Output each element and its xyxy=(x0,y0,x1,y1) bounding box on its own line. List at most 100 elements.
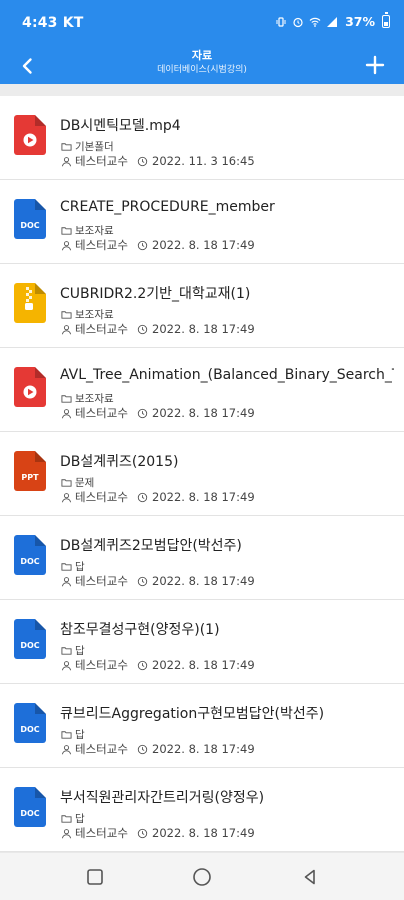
folder-line: 보조자료 xyxy=(61,307,114,322)
upload-date: 2022. 8. 18 17:49 xyxy=(152,742,255,756)
ppt-file-icon: PPT xyxy=(14,451,46,491)
file-list-item[interactable]: DOC 큐브리드Aggregation구현모범답안(박선주) 답 테스터교수 2022.… xyxy=(0,684,404,768)
author-block: 테스터교수 xyxy=(61,741,137,757)
person-icon xyxy=(61,576,72,586)
folder-line: 답 xyxy=(61,811,85,826)
file-list-item[interactable]: DOC 참조무결성구현(양정우)(1) 답 테스터교수 2022. 8. 18 17:4… xyxy=(0,600,404,684)
svg-text:PPT: PPT xyxy=(21,473,39,482)
app-bar: 자료 데이터베이스(시범강의) xyxy=(0,46,404,84)
file-list[interactable]: DB시멘틱모델.mp4 기본폴더 테스터교수 2022. 11. 3 16:45 DOC… xyxy=(0,84,404,852)
file-name: DB시멘틱모델.mp4 xyxy=(60,118,181,134)
folder-line: 답 xyxy=(61,727,85,742)
title-block: 자료 데이터베이스(시범강의) xyxy=(80,49,324,77)
zip-file-icon xyxy=(14,283,46,323)
upload-date: 2022. 11. 3 16:45 xyxy=(152,154,255,168)
back-triangle-icon xyxy=(304,869,315,885)
folder-icon xyxy=(61,143,72,151)
meta-line: 테스터교수 2022. 8. 18 17:49 xyxy=(61,825,255,841)
date-block: 2022. 8. 18 17:49 xyxy=(137,574,255,588)
folder-name: 답 xyxy=(75,561,85,573)
clock-icon xyxy=(137,324,148,334)
file-name: DB설계퀴즈(2015) xyxy=(60,454,179,470)
folder-icon xyxy=(61,815,72,823)
author-name: 테스터교수 xyxy=(75,826,128,840)
author-name: 테스터교수 xyxy=(75,574,128,588)
add-button[interactable] xyxy=(360,50,390,80)
upload-date: 2022. 8. 18 17:49 xyxy=(152,238,255,252)
author-name: 테스터교수 xyxy=(75,742,128,756)
folder-name: 문제 xyxy=(75,477,95,489)
file-list-item[interactable]: DB시멘틱모델.mp4 기본폴더 테스터교수 2022. 11. 3 16:45 xyxy=(0,96,404,180)
folder-name: 답 xyxy=(75,645,85,657)
recent-apps-button[interactable] xyxy=(83,865,107,889)
carrier-text: KT xyxy=(62,15,84,31)
folder-name: 보조자료 xyxy=(75,225,114,237)
folder-icon xyxy=(61,311,72,319)
folder-name: 보조자료 xyxy=(75,393,114,405)
file-name: CUBRIDR2.2기반_대학교재(1) xyxy=(60,286,251,302)
folder-line: 보조자료 xyxy=(61,391,114,406)
doc-file-icon: DOC xyxy=(14,619,46,659)
folder-name: 기본폴더 xyxy=(75,141,114,153)
meta-line: 테스터교수 2022. 11. 3 16:45 xyxy=(61,153,255,169)
folder-icon xyxy=(61,563,72,571)
file-list-item[interactable]: DOC CREATE_PROCEDURE_member 보조자료 테스터교수 2022.… xyxy=(0,180,404,264)
list-top-spacer xyxy=(0,84,404,96)
upload-date: 2022. 8. 18 17:49 xyxy=(152,322,255,336)
folder-name: 답 xyxy=(75,729,85,741)
back-nav-button[interactable] xyxy=(298,865,322,889)
clock-icon xyxy=(137,744,148,754)
clock-text: 4:43 xyxy=(22,15,58,31)
doc-file-icon: DOC xyxy=(14,787,46,827)
clock-icon xyxy=(137,156,148,166)
meta-line: 테스터교수 2022. 8. 18 17:49 xyxy=(61,741,255,757)
folder-icon xyxy=(61,227,72,235)
file-name: 큐브리드Aggregation구현모범답안(박선주) xyxy=(60,706,325,722)
folder-icon xyxy=(61,479,72,487)
author-block: 테스터교수 xyxy=(61,405,137,421)
clock-icon xyxy=(137,828,148,838)
vibrate-icon xyxy=(276,16,286,27)
author-block: 테스터교수 xyxy=(61,153,137,169)
date-block: 2022. 8. 18 17:49 xyxy=(137,826,255,840)
svg-text:DOC: DOC xyxy=(20,557,39,566)
file-list-item[interactable]: DOC 부서직원관리자간트리거링(양정우) 답 테스터교수 2022. 8. 18 17… xyxy=(0,768,404,852)
meta-line: 테스터교수 2022. 8. 18 17:49 xyxy=(61,237,255,253)
meta-line: 테스터교수 2022. 8. 18 17:49 xyxy=(61,489,255,505)
date-block: 2022. 8. 18 17:49 xyxy=(137,406,255,420)
doc-file-icon: DOC xyxy=(14,199,46,239)
file-list-item[interactable]: CUBRIDR2.2기반_대학교재(1) 보조자료 테스터교수 2022. 8. 18… xyxy=(0,264,404,348)
folder-line: 문제 xyxy=(61,475,94,490)
author-name: 테스터교수 xyxy=(75,238,128,252)
status-bar: 4:43 KT 37% xyxy=(0,0,404,46)
clock-icon xyxy=(137,660,148,670)
page-subtitle: 데이터베이스(시범강의) xyxy=(157,65,247,75)
svg-text:DOC: DOC xyxy=(20,725,39,734)
clock-icon xyxy=(137,408,148,418)
author-name: 테스터교수 xyxy=(75,490,128,504)
folder-line: 답 xyxy=(61,559,85,574)
author-name: 테스터교수 xyxy=(75,154,128,168)
person-icon xyxy=(61,660,72,670)
battery-icon xyxy=(382,12,390,28)
date-block: 2022. 11. 3 16:45 xyxy=(137,154,255,168)
home-button[interactable] xyxy=(190,865,214,889)
author-block: 테스터교수 xyxy=(61,237,137,253)
author-block: 테스터교수 xyxy=(61,321,137,337)
back-button[interactable] xyxy=(14,52,42,80)
alarm-icon xyxy=(293,17,303,27)
svg-text:DOC: DOC xyxy=(20,641,39,650)
file-list-item[interactable]: AVL_Tree_Animation_(Balanced_Binary_Sear… xyxy=(0,348,404,432)
author-block: 테스터교수 xyxy=(61,657,137,673)
file-list-item[interactable]: PPT DB설계퀴즈(2015) 문제 테스터교수 2022. 8. 18 17:49 xyxy=(0,432,404,516)
meta-line: 테스터교수 2022. 8. 18 17:49 xyxy=(61,405,255,421)
person-icon xyxy=(61,324,72,334)
author-name: 테스터교수 xyxy=(75,658,128,672)
video-file-icon xyxy=(14,367,46,407)
folder-line: 보조자료 xyxy=(61,223,114,238)
date-block: 2022. 8. 18 17:49 xyxy=(137,490,255,504)
upload-date: 2022. 8. 18 17:49 xyxy=(152,490,255,504)
person-icon xyxy=(61,156,72,166)
file-list-item[interactable]: DOC DB설계퀴즈2모범답안(박선주) 답 테스터교수 2022. 8. 18 17:… xyxy=(0,516,404,600)
plus-icon xyxy=(365,55,385,75)
